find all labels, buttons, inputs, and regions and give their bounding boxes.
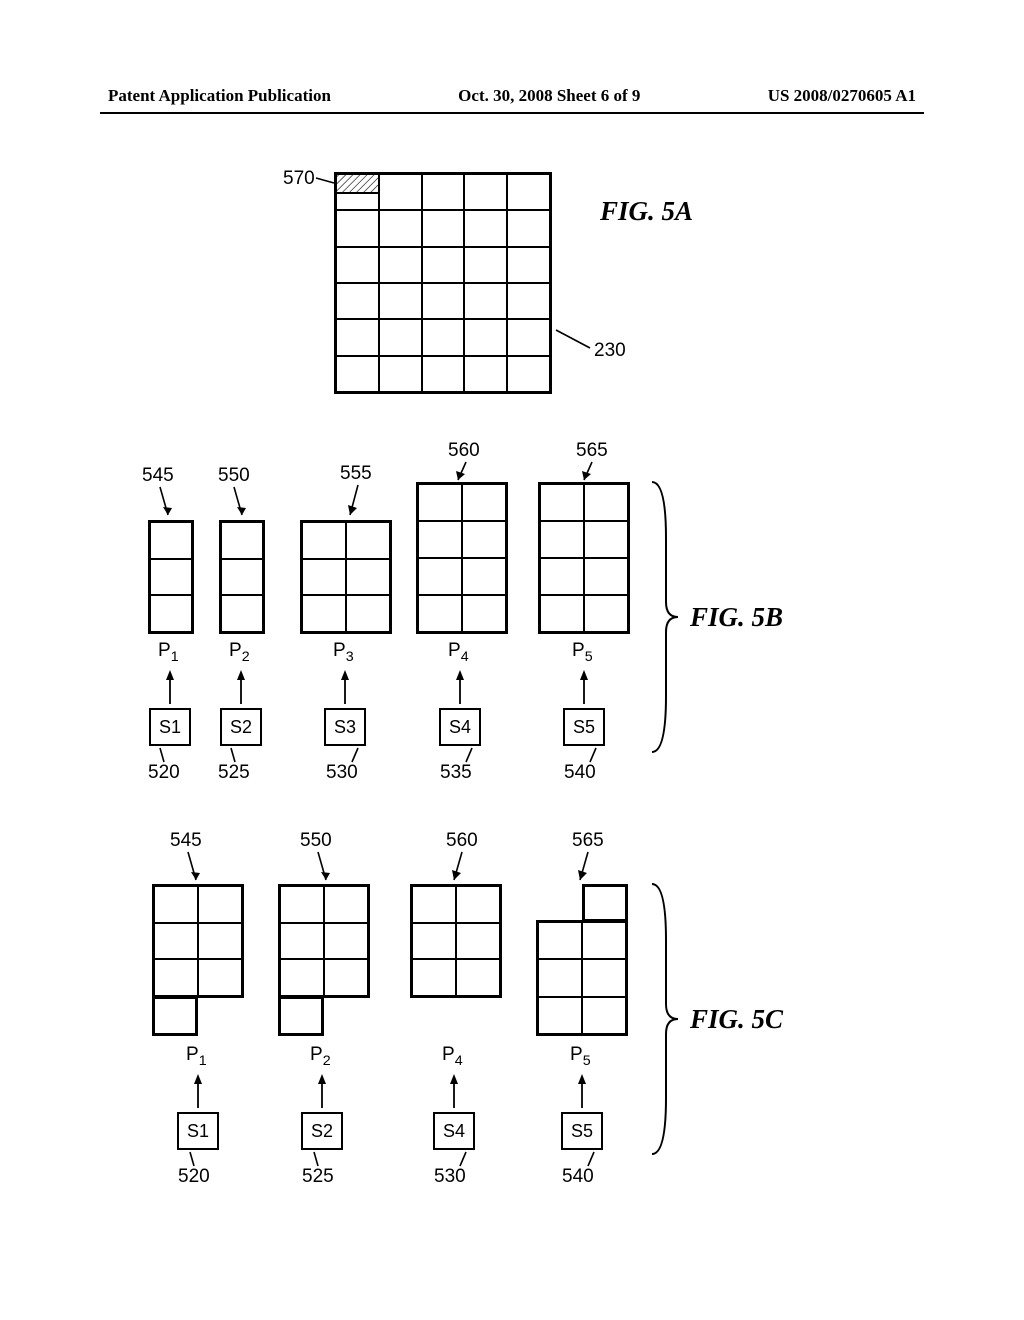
fig5b-grid-p2 <box>219 520 265 634</box>
lead <box>186 852 202 884</box>
fig5c-grid-p5 <box>536 884 628 1036</box>
fig5c-grid-p2 <box>278 884 370 1036</box>
fig5c-arrow-s2 <box>317 1074 327 1108</box>
fig5a-grid <box>334 172 552 394</box>
lead <box>312 1152 322 1168</box>
fig5b-sbox-s3: S3 <box>324 708 366 746</box>
fig5c-P1: P1 <box>186 1044 207 1069</box>
fig5b-brace <box>648 478 682 756</box>
fig5c-P4: P4 <box>442 1044 463 1069</box>
fig5a-ref-570: 570 <box>283 168 315 190</box>
fig5c-brace <box>648 880 682 1158</box>
fig5a-570-hatch <box>334 172 380 194</box>
fig5c-ref-525: 525 <box>302 1166 334 1188</box>
fig5c-P5: P5 <box>570 1044 591 1069</box>
lead <box>158 487 174 519</box>
fig5c-grid-p4 <box>410 884 502 998</box>
lead <box>229 748 239 764</box>
fig5b-grid-p4 <box>416 482 508 634</box>
fig5c-ref-565: 565 <box>572 830 604 852</box>
fig5c-sbox-s1: S1 <box>177 1112 219 1150</box>
fig5c-sbox-s2: S2 <box>301 1112 343 1150</box>
fig5c-ref-550: 550 <box>300 830 332 852</box>
fig5b-ref-525: 525 <box>218 762 250 784</box>
fig5c-P2: P2 <box>310 1044 331 1069</box>
lead <box>452 852 472 884</box>
fig5b-arrow-s4 <box>455 670 465 704</box>
fig5b-arrow-s3 <box>340 670 350 704</box>
fig5b-ref-520: 520 <box>148 762 180 784</box>
lead <box>586 1152 598 1168</box>
lead <box>188 1152 198 1168</box>
lead <box>232 487 248 519</box>
fig5c-arrow-s4 <box>449 1074 459 1108</box>
fig5c-ref-530: 530 <box>434 1166 466 1188</box>
header-right: US 2008/0270605 A1 <box>768 86 916 106</box>
fig5a-label: FIG. 5A <box>600 196 693 227</box>
fig5b-sbox-s2: S2 <box>220 708 262 746</box>
fig5b-P2: P2 <box>229 640 250 665</box>
fig5b-P1: P1 <box>158 640 179 665</box>
fig5c-sbox-s5: S5 <box>561 1112 603 1150</box>
fig5b-P4: P4 <box>448 640 469 665</box>
fig5b-grid-p5 <box>538 482 630 634</box>
fig5c-ref-545: 545 <box>170 830 202 852</box>
fig5b-P3: P3 <box>333 640 354 665</box>
lead <box>582 462 602 484</box>
fig5c-grid-p1 <box>152 884 244 1036</box>
lead <box>458 1152 470 1168</box>
fig5b-label: FIG. 5B <box>690 602 783 633</box>
fig5c-label: FIG. 5C <box>690 1004 783 1035</box>
header-left: Patent Application Publication <box>108 86 331 106</box>
fig5b-arrow-s1 <box>165 670 175 704</box>
fig5b-arrow-s2 <box>236 670 246 704</box>
fig5c-ref-520: 520 <box>178 1166 210 1188</box>
lead <box>464 748 476 764</box>
fig5c-ref-540: 540 <box>562 1166 594 1188</box>
lead <box>348 485 368 519</box>
fig5b-sbox-s1: S1 <box>149 708 191 746</box>
fig5b-sbox-s4: S4 <box>439 708 481 746</box>
fig5b-ref-540: 540 <box>564 762 596 784</box>
fig5c-arrow-s1 <box>193 1074 203 1108</box>
fig5c-sbox-s4: S4 <box>433 1112 475 1150</box>
lead <box>578 852 598 884</box>
fig5b-grid-p3 <box>300 520 392 634</box>
lead <box>316 852 332 884</box>
lead <box>588 748 600 764</box>
lead <box>456 462 476 484</box>
fig5b-ref-530: 530 <box>326 762 358 784</box>
fig5b-ref-560: 560 <box>448 440 480 462</box>
fig5b-ref-555: 555 <box>340 463 372 485</box>
fig5a-230-lead <box>556 330 596 354</box>
fig5b-arrow-s5 <box>579 670 589 704</box>
fig5b-ref-535: 535 <box>440 762 472 784</box>
lead <box>158 748 168 764</box>
fig5a-570-lead <box>316 176 336 186</box>
fig5b-ref-550: 550 <box>218 465 250 487</box>
fig5b-grid-p1 <box>148 520 194 634</box>
fig5c-ref-560: 560 <box>446 830 478 852</box>
fig5b-ref-545: 545 <box>142 465 174 487</box>
fig5b-P5: P5 <box>572 640 593 665</box>
lead <box>350 748 362 764</box>
header-center: Oct. 30, 2008 Sheet 6 of 9 <box>458 86 640 106</box>
fig5b-ref-565: 565 <box>576 440 608 462</box>
fig5b-sbox-s5: S5 <box>563 708 605 746</box>
fig5c-arrow-s5 <box>577 1074 587 1108</box>
fig5a-ref-230: 230 <box>594 340 626 362</box>
header-rule <box>100 112 924 114</box>
